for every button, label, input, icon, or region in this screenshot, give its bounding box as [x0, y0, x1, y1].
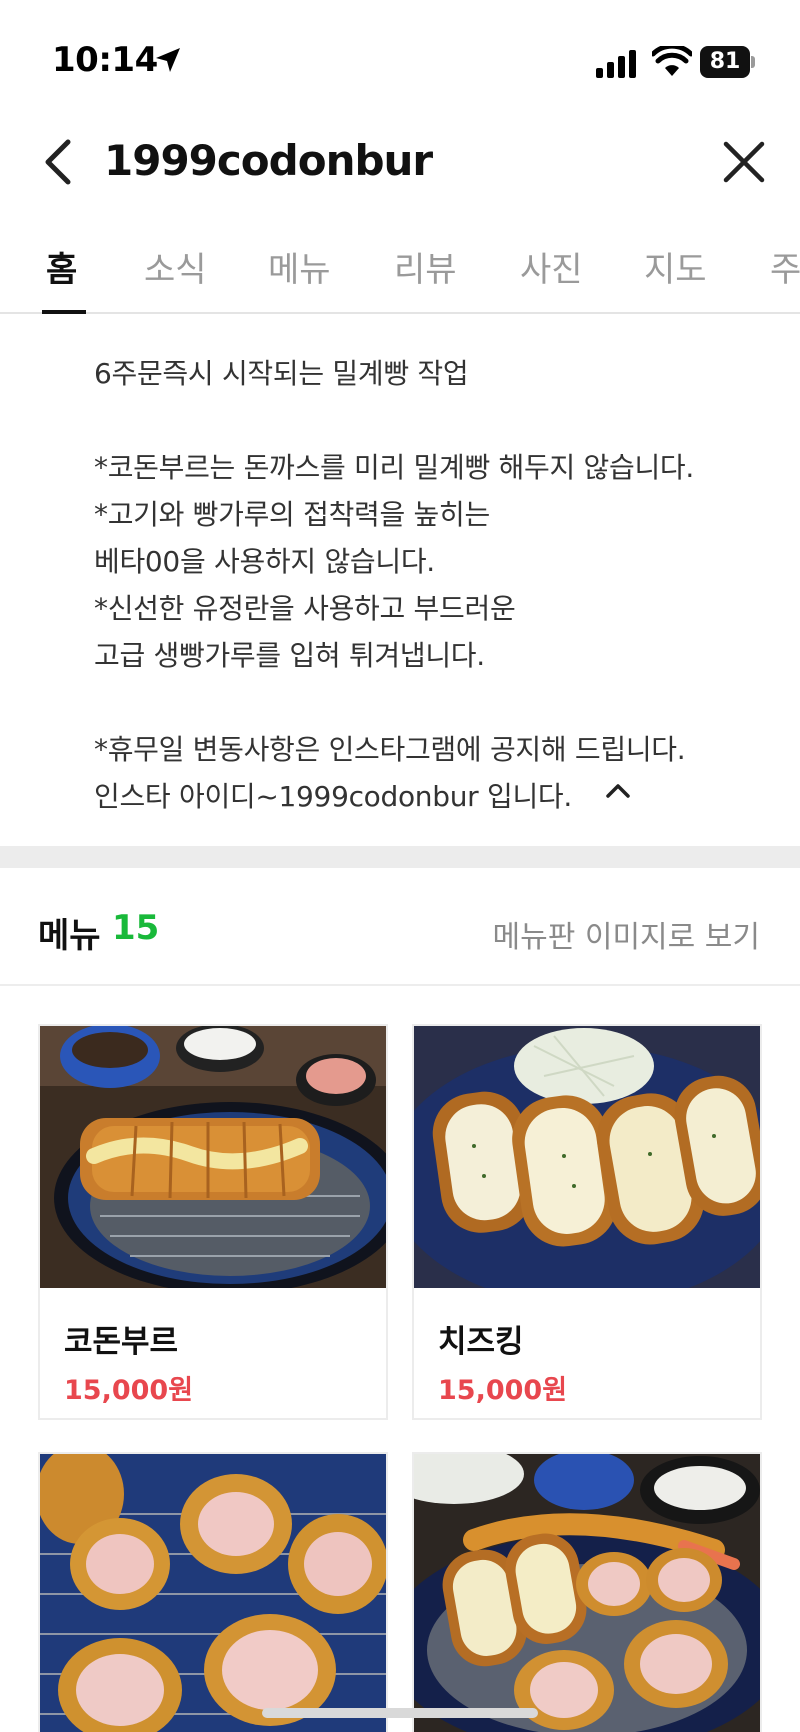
- menu-section-header: 메뉴 15 메뉴판 이미지로 보기: [0, 868, 800, 986]
- description-line: 베타00을 사용하지 않습니다.: [94, 545, 435, 578]
- menu-item-photo: [40, 1454, 386, 1732]
- tab-news[interactable]: 소식: [144, 242, 207, 291]
- description-line: *신선한 유정란을 사용하고 부드러운: [94, 592, 516, 625]
- close-icon: [723, 141, 765, 183]
- view-menu-image-link[interactable]: 메뉴판 이미지로 보기: [493, 912, 760, 956]
- menu-item-price: 15,000원: [438, 1375, 568, 1406]
- status-bar: 10:14 81: [0, 0, 800, 110]
- tab-more[interactable]: 주: [770, 242, 800, 291]
- status-time: 10:14: [52, 40, 158, 80]
- tab-home[interactable]: 홈: [46, 242, 77, 291]
- description-line: 6주문즉시 시작되는 밀계빵 작업: [94, 357, 469, 390]
- app-header: 1999codonbur: [0, 110, 800, 218]
- place-detail-page: 10:14 81 1999codonbur 홈 소식 메뉴 리뷰 사진 지도 주…: [0, 0, 800, 1732]
- battery-icon: 81: [700, 46, 755, 78]
- menu-item-card[interactable]: [38, 1452, 388, 1732]
- menu-item-name: 코돈부르: [64, 1324, 179, 1360]
- cellular-signal-icon: [596, 50, 636, 78]
- menu-item-card[interactable]: 코돈부르 15,000원: [38, 1024, 388, 1420]
- menu-item-card[interactable]: [412, 1452, 762, 1732]
- battery-level: 81: [700, 46, 750, 78]
- active-tab-indicator: [42, 310, 86, 314]
- tab-reviews[interactable]: 리뷰: [394, 242, 457, 291]
- location-arrow-icon: [156, 48, 180, 72]
- menu-count: 15: [112, 908, 160, 948]
- chevron-left-icon: [45, 139, 71, 185]
- section-divider: [0, 846, 800, 868]
- back-button[interactable]: [36, 134, 86, 190]
- menu-item-name: 치즈킹: [438, 1324, 524, 1360]
- description-line: *코돈부르는 돈까스를 미리 밀계빵 해두지 않습니다.: [94, 451, 694, 484]
- tab-map[interactable]: 지도: [644, 242, 707, 291]
- description-line: 고급 생빵가루를 입혀 튀겨냅니다.: [94, 639, 485, 672]
- menu-item-photo: [414, 1026, 760, 1288]
- menu-item-card[interactable]: 치즈킹 15,000원: [412, 1024, 762, 1420]
- tab-menu[interactable]: 메뉴: [268, 242, 331, 291]
- battery-cap: [751, 56, 755, 68]
- close-button[interactable]: [718, 136, 770, 188]
- home-indicator: [262, 1708, 538, 1718]
- description-line: 인스타 아이디~1999codonbur 입니다.: [94, 780, 572, 813]
- description-line: *휴무일 변동사항은 인스타그램에 공지해 드립니다.: [94, 733, 686, 766]
- chevron-up-icon[interactable]: [604, 780, 632, 800]
- page-title: 1999codonbur: [104, 136, 433, 185]
- tab-bar: 홈 소식 메뉴 리뷰 사진 지도 주: [0, 218, 800, 314]
- store-description: 6주문즉시 시작되는 밀계빵 작업 *코돈부르는 돈까스를 미리 밀계빵 해두지…: [0, 316, 800, 846]
- wifi-icon: [652, 46, 692, 76]
- menu-item-price: 15,000원: [64, 1375, 194, 1406]
- menu-item-photo: [414, 1454, 760, 1732]
- menu-title: 메뉴: [38, 916, 101, 956]
- menu-item-photo: [40, 1026, 386, 1288]
- description-line: *고기와 빵가루의 접착력을 높히는: [94, 498, 490, 531]
- tab-photos[interactable]: 사진: [520, 242, 583, 291]
